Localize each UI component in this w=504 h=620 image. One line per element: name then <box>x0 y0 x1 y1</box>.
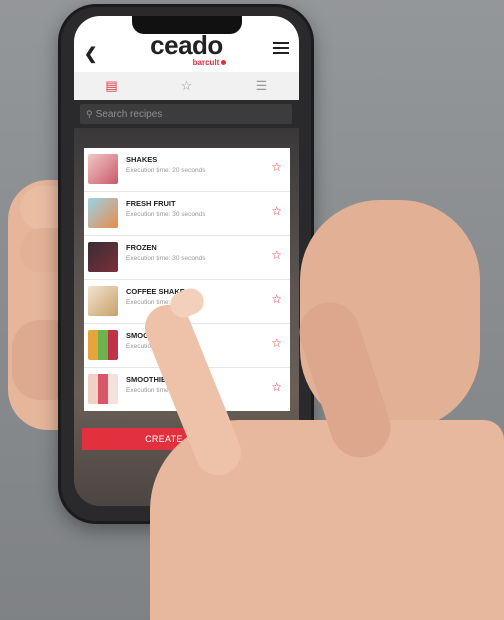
list-icon[interactable]: ☰ <box>224 72 299 100</box>
recipe-title: SHAKES <box>126 155 158 164</box>
list-item[interactable]: SHAKES Execution time: 20 seconds ☆ <box>84 148 290 192</box>
recipe-thumbnail <box>88 286 118 316</box>
recipe-thumbnail <box>88 330 118 360</box>
recipe-thumbnail <box>88 242 118 272</box>
star-icon[interactable]: ☆ <box>271 292 282 306</box>
recipe-thumbnail <box>88 154 118 184</box>
star-icon[interactable]: ☆ <box>271 380 282 394</box>
search-icon: ⚲ <box>86 109 93 119</box>
star-icon[interactable]: ☆ <box>271 160 282 174</box>
list-item[interactable]: FRESH FRUIT Execution time: 30 seconds ☆ <box>84 192 290 236</box>
recipe-thumbnail <box>88 198 118 228</box>
logo-text: ceado <box>150 30 223 60</box>
logo-subtext: barcult <box>192 58 220 67</box>
list-item[interactable]: FROZEN Execution time: 30 seconds ☆ <box>84 236 290 280</box>
recipe-thumbnail <box>88 374 118 404</box>
recipe-subtitle: Execution time: 30 seconds <box>126 255 206 262</box>
app-logo: ceado barcult <box>74 32 299 67</box>
recipe-title: FRESH FRUIT <box>126 199 176 208</box>
star-icon[interactable]: ☆ <box>271 336 282 350</box>
search-input[interactable]: ⚲ Search recipes <box>80 104 292 124</box>
recipe-subtitle: Execution time: 30 seconds <box>126 211 206 218</box>
recipe-title: FROZEN <box>126 243 157 252</box>
tab-bar: ▤ ☆ ☰ <box>74 72 299 100</box>
star-icon[interactable]: ☆ <box>271 248 282 262</box>
star-icon[interactable]: ☆ <box>271 204 282 218</box>
recipe-subtitle: Execution time: 20 seconds <box>126 167 206 174</box>
hamburger-menu-icon[interactable] <box>273 42 289 54</box>
phone-notch <box>131 16 242 34</box>
favorites-icon[interactable]: ☆ <box>149 72 224 100</box>
recipes-icon[interactable]: ▤ <box>74 72 149 100</box>
